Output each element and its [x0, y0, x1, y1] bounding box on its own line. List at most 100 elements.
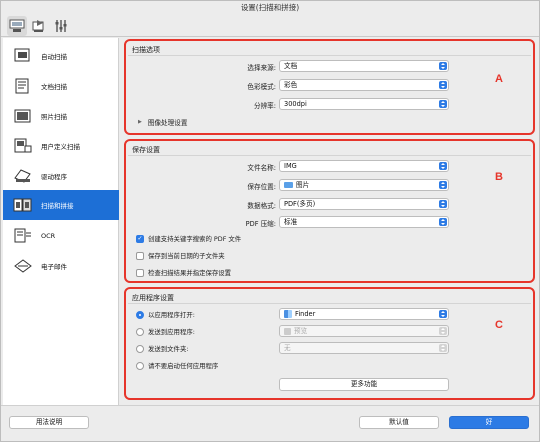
scan-from-panel-icon[interactable]	[29, 16, 49, 36]
keyword-pdf-checkbox[interactable]: ✓ 创建支持关键字搜索的 PDF 文件	[136, 234, 241, 243]
keyword-pdf-label: 创建支持关键字搜索的 PDF 文件	[148, 235, 242, 243]
chevron-updown-icon	[439, 310, 447, 318]
sidebar-item-document-scan[interactable]: 文档扫描	[3, 72, 119, 100]
section-title: 应用程序设置	[132, 294, 174, 302]
radio-dot	[136, 327, 144, 336]
sidebar-item-email[interactable]: 电子邮件	[3, 252, 119, 280]
open-with-app-select[interactable]: Finder	[279, 308, 449, 320]
ok-button[interactable]: 好	[449, 416, 529, 429]
folder-icon	[284, 182, 293, 188]
data-format-value: PDF(多页)	[284, 200, 316, 208]
sidebar-item-driver[interactable]: 驱动程序	[3, 162, 119, 190]
data-format-select[interactable]: PDF(多页)	[279, 198, 449, 210]
filename-label: 文件名称:	[247, 164, 276, 172]
chevron-updown-icon	[439, 62, 447, 70]
data-format-label: 数据格式:	[247, 202, 276, 210]
photo-scan-icon	[11, 106, 35, 126]
confirm-results-label: 检查扫描结果并指定保存设置	[148, 269, 232, 277]
scan-options-section: 扫描选项 A 选择来源: 文档 色彩模式: 彩色 分辨率: 300dpi ▶ 图…	[124, 39, 535, 135]
send-to-folder-value: 无	[284, 344, 291, 352]
section-title: 扫描选项	[132, 46, 160, 54]
scan-from-computer-icon[interactable]	[7, 16, 27, 36]
finder-icon	[284, 310, 292, 318]
date-subfolder-checkbox[interactable]: 保存到当前日期的子文件夹	[136, 251, 225, 260]
sidebar-item-photo-scan[interactable]: 照片扫描	[3, 102, 119, 130]
confirm-results-checkbox[interactable]: 检查扫描结果并指定保存设置	[136, 268, 231, 277]
chevron-updown-icon	[439, 327, 447, 335]
sidebar: 自动扫描 文档扫描 照片扫描 用户定义扫描 驱动程序 扫描和拼接 OCR 电子邮…	[3, 38, 119, 405]
source-select[interactable]: 文档	[279, 60, 449, 72]
save-location-label: 保存位置:	[247, 183, 276, 191]
send-to-app-label: 发送到应用程序:	[148, 328, 195, 336]
resolution-value: 300dpi	[284, 100, 307, 108]
section-marker: B	[495, 171, 503, 183]
more-functions-button[interactable]: 更多功能	[279, 378, 449, 391]
image-processing-label: 图像处理设置	[147, 119, 188, 127]
ocr-icon	[11, 226, 35, 246]
preview-icon	[284, 327, 291, 335]
chevron-updown-icon	[439, 200, 447, 208]
chevron-updown-icon	[439, 218, 447, 226]
settings-window: 设置(扫描和拼接) 自动扫描 文档扫描 照片扫描 用户定义扫描 驱动程序 扫描和…	[0, 0, 540, 442]
instructions-button[interactable]: 用法说明	[9, 416, 89, 429]
chevron-down-icon	[439, 162, 447, 170]
footer-divider	[1, 405, 539, 406]
sidebar-item-label: 电子邮件	[41, 263, 67, 271]
no-app-label: 请不要启动任何应用程序	[148, 362, 219, 370]
sidebar-item-label: 文档扫描	[41, 83, 67, 91]
sidebar-item-auto-scan[interactable]: 自动扫描	[3, 42, 119, 70]
pdf-compression-value: 标准	[284, 218, 298, 226]
chevron-updown-icon	[439, 181, 447, 189]
general-settings-icon[interactable]	[51, 16, 71, 36]
checkbox-box	[136, 251, 144, 260]
divider	[128, 155, 531, 156]
resolution-select[interactable]: 300dpi	[279, 98, 449, 110]
send-to-app-value: 预览	[294, 327, 308, 335]
disclosure-triangle-icon: ▶	[138, 119, 142, 125]
main-panel: 扫描选项 A 选择来源: 文档 色彩模式: 彩色 分辨率: 300dpi ▶ 图…	[119, 38, 539, 405]
sidebar-item-custom-scan[interactable]: 用户定义扫描	[3, 132, 119, 160]
source-value: 文档	[284, 62, 298, 70]
section-marker: C	[495, 319, 503, 331]
color-mode-select[interactable]: 彩色	[279, 79, 449, 91]
toolbar	[1, 15, 539, 37]
custom-scan-icon	[11, 136, 35, 156]
section-marker: A	[495, 73, 503, 85]
window-title: 设置(扫描和拼接)	[240, 3, 300, 12]
filename-value: IMG	[284, 162, 297, 170]
resolution-label: 分辨率:	[253, 102, 276, 110]
divider	[128, 303, 531, 304]
color-mode-value: 彩色	[284, 81, 298, 89]
send-to-folder-select: 无	[279, 342, 449, 354]
sidebar-item-label: 驱动程序	[41, 173, 67, 181]
open-with-app-value: Finder	[295, 310, 316, 318]
checkmark-icon: ✓	[136, 234, 144, 243]
defaults-button[interactable]: 默认值	[359, 416, 439, 429]
sidebar-item-ocr[interactable]: OCR	[3, 222, 119, 250]
color-mode-label: 色彩模式:	[247, 83, 276, 91]
send-to-app-radio[interactable]: 发送到应用程序:	[136, 327, 195, 336]
save-settings-section: 保存设置 B 文件名称: IMG 保存位置: 图片 数据格式: PDF(多页) …	[124, 139, 535, 283]
pdf-compression-label: PDF 压缩:	[245, 220, 276, 228]
divider	[128, 55, 531, 56]
sidebar-item-label: 扫描和拼接	[41, 202, 74, 210]
chevron-updown-icon	[439, 100, 447, 108]
send-to-folder-label: 发送到文件夹:	[148, 345, 189, 353]
image-processing-disclosure[interactable]: ▶ 图像处理设置	[138, 117, 187, 127]
radio-dot	[136, 361, 144, 370]
filename-combobox[interactable]: IMG	[279, 160, 449, 172]
sidebar-item-stitch[interactable]: 扫描和拼接	[3, 190, 119, 220]
pdf-compression-select[interactable]: 标准	[279, 216, 449, 228]
send-to-app-select: 预览	[279, 325, 449, 337]
send-to-folder-radio[interactable]: 发送到文件夹:	[136, 344, 189, 353]
auto-scan-icon	[11, 46, 35, 66]
radio-dot	[136, 310, 144, 319]
save-location-select[interactable]: 图片	[279, 179, 449, 191]
no-app-radio[interactable]: 请不要启动任何应用程序	[136, 361, 218, 370]
open-with-app-radio[interactable]: 以应用程序打开:	[136, 310, 195, 319]
driver-icon	[11, 166, 35, 186]
stitch-icon	[11, 195, 35, 215]
checkbox-box	[136, 268, 144, 277]
chevron-updown-icon	[439, 81, 447, 89]
section-title: 保存设置	[132, 146, 160, 154]
